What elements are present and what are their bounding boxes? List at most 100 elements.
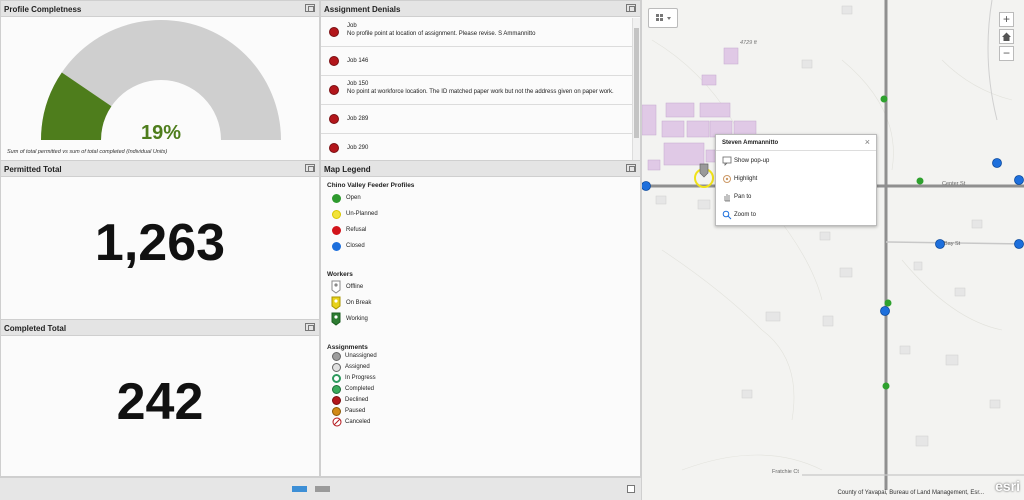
worker-marker bbox=[699, 163, 709, 178]
panel-header: Map Legend bbox=[321, 161, 640, 177]
parcel bbox=[686, 120, 710, 138]
map-view[interactable]: 4729 ft Center St Bay St Fratchie Ct + −… bbox=[641, 0, 1024, 500]
building bbox=[765, 311, 781, 322]
scrollbar-thumb[interactable] bbox=[634, 28, 639, 138]
grid-icon bbox=[656, 14, 671, 21]
gauge-note: Sum of total permitted vs sum of total c… bbox=[7, 149, 168, 155]
profile-point-closed bbox=[1014, 239, 1024, 249]
list-item[interactable]: Job 290 bbox=[321, 134, 633, 160]
unassigned-icon bbox=[332, 352, 341, 361]
page-indicator-active[interactable] bbox=[292, 486, 307, 492]
panel-title: Completed Total bbox=[4, 324, 67, 333]
road bbox=[987, 0, 998, 121]
building bbox=[989, 399, 1001, 409]
building bbox=[697, 199, 711, 210]
building bbox=[899, 345, 911, 355]
declined-icon bbox=[329, 27, 339, 37]
home-button[interactable] bbox=[999, 29, 1014, 44]
parcel bbox=[647, 159, 661, 171]
maximize-icon[interactable] bbox=[305, 323, 315, 331]
panel-title: Assignment Denials bbox=[324, 5, 401, 14]
in-progress-icon bbox=[332, 374, 341, 383]
building bbox=[841, 5, 853, 15]
panel-title: Profile Completness bbox=[4, 5, 82, 14]
zoom-out-button[interactable]: − bbox=[999, 46, 1014, 61]
profile-point-open bbox=[884, 299, 892, 307]
worker-offline-icon bbox=[331, 280, 341, 294]
map-canvas[interactable] bbox=[642, 0, 1024, 500]
roads bbox=[642, 0, 1024, 490]
page-indicator[interactable] bbox=[315, 486, 330, 492]
popup-title: Steven Ammannitto bbox=[722, 140, 779, 146]
map-label-street: Fratchie Ct bbox=[772, 469, 799, 475]
building bbox=[741, 389, 753, 399]
profile-point-closed bbox=[880, 306, 890, 316]
maximize-icon[interactable] bbox=[626, 164, 636, 172]
parcel bbox=[663, 142, 705, 166]
maximize-icon[interactable] bbox=[626, 4, 636, 12]
collapse-icon[interactable] bbox=[627, 485, 635, 493]
building bbox=[655, 195, 667, 205]
declined-icon bbox=[329, 143, 339, 153]
bottom-bar bbox=[0, 477, 641, 500]
list-item[interactable]: Job 146 bbox=[321, 47, 633, 76]
unplanned-dot-icon bbox=[332, 210, 341, 219]
list-item[interactable]: Job 150 No point at workforce location. T… bbox=[321, 76, 633, 105]
profile-point-closed bbox=[642, 181, 651, 191]
panel-header: Profile Completness bbox=[1, 1, 319, 17]
declined-icon bbox=[329, 114, 339, 124]
building bbox=[971, 219, 983, 229]
buildings bbox=[655, 5, 1001, 447]
parcel bbox=[642, 104, 657, 136]
profile-completeness-panel: Profile Completness 19% Sum of total per… bbox=[0, 0, 320, 161]
popup-header: Steven Ammannitto × bbox=[716, 135, 876, 151]
paused-icon bbox=[332, 407, 341, 416]
basemap-gallery-button[interactable] bbox=[648, 8, 678, 28]
worker-break-icon bbox=[331, 296, 341, 310]
canceled-icon bbox=[332, 417, 342, 427]
gauge-percent: 19% bbox=[140, 122, 182, 144]
profile-point-open bbox=[882, 382, 890, 390]
maximize-icon[interactable] bbox=[305, 164, 315, 172]
parcel bbox=[723, 47, 739, 65]
list-item[interactable]: Job No profile point at location of assig… bbox=[321, 18, 633, 47]
building bbox=[839, 267, 853, 278]
parcel bbox=[701, 74, 717, 86]
assignment-denials-panel: Assignment Denials Job No profile point a… bbox=[320, 0, 641, 161]
completed-icon bbox=[332, 385, 341, 394]
close-icon[interactable]: × bbox=[865, 137, 870, 147]
open-dot-icon bbox=[332, 194, 341, 203]
scrollbar[interactable] bbox=[632, 18, 640, 160]
parcel bbox=[665, 102, 695, 118]
declined-icon bbox=[332, 396, 341, 405]
closed-dot-icon bbox=[332, 242, 341, 251]
maximize-icon[interactable] bbox=[305, 4, 315, 12]
declined-icon bbox=[329, 56, 339, 66]
completed-value: 242 bbox=[116, 373, 204, 431]
list-item[interactable]: Job 289 bbox=[321, 105, 633, 134]
permitted-value: 1,263 bbox=[94, 214, 226, 272]
panel-title: Permitted Total bbox=[4, 165, 62, 174]
panel-header: Completed Total bbox=[1, 320, 319, 336]
profile-point-closed bbox=[992, 158, 1002, 168]
building bbox=[819, 231, 831, 241]
map-label-street: Bay St bbox=[944, 241, 961, 247]
refusal-dot-icon bbox=[332, 226, 341, 235]
map-attribution: County of Yavapai, Bureau of Land Manage… bbox=[837, 490, 984, 496]
profile-point-open bbox=[916, 177, 924, 185]
building bbox=[945, 354, 959, 366]
building bbox=[801, 59, 813, 69]
esri-logo: esri bbox=[995, 478, 1020, 494]
panel-header: Permitted Total bbox=[1, 161, 319, 177]
permitted-total-panel: Permitted Total 1,263 bbox=[0, 160, 320, 320]
parcel bbox=[699, 102, 731, 118]
popup-icon bbox=[722, 156, 732, 166]
building bbox=[954, 287, 966, 297]
panel-title: Map Legend bbox=[324, 165, 371, 174]
map-label-elevation: 4729 ft bbox=[740, 40, 757, 46]
declined-icon bbox=[329, 85, 339, 95]
legend-heading: Workers bbox=[327, 271, 353, 278]
zoom-in-button[interactable]: + bbox=[999, 12, 1014, 27]
profile-point-closed bbox=[1014, 175, 1024, 185]
panel-header: Assignment Denials bbox=[321, 1, 640, 17]
